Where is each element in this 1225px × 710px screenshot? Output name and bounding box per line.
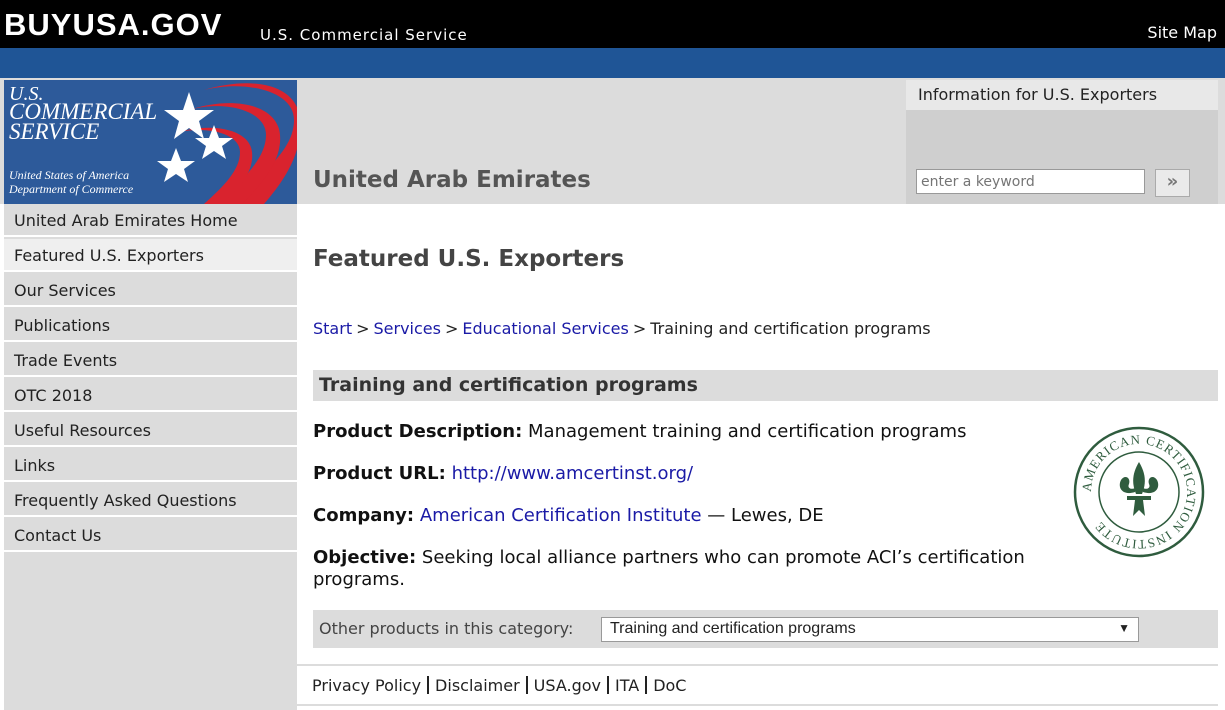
site-map-link[interactable]: Site Map [1147, 23, 1217, 42]
other-products-selected: Training and certification programs [610, 620, 856, 637]
footer-doc[interactable]: DoC [653, 676, 686, 695]
product-description-label: Product Description: [313, 421, 523, 442]
sidebar-item-faq[interactable]: Frequently Asked Questions [4, 484, 297, 517]
footer-usa-gov[interactable]: USA.gov [534, 676, 601, 695]
commercial-service-logo[interactable]: U.S. COMMERCIAL SERVICE United States of… [4, 80, 297, 204]
breadcrumb-separator: > [632, 319, 647, 338]
breadcrumb-separator: > [444, 319, 459, 338]
footer-separator [427, 676, 430, 694]
sidebar-item-publications[interactable]: Publications [4, 309, 297, 342]
header-band: U.S. COMMERCIAL SERVICE United States of… [0, 78, 1225, 204]
search-submit-button[interactable]: » [1155, 169, 1190, 197]
breadcrumb-current: Training and certification programs [650, 319, 931, 338]
product-description-value: Management training and certification pr… [528, 421, 967, 442]
sidebar-item-links[interactable]: Links [4, 449, 297, 482]
objective-label: Objective: [313, 547, 417, 568]
company-label: Company: [313, 505, 415, 526]
objective-value: Seeking local alliance partners who can … [313, 547, 1025, 590]
sidebar-item-trade-events[interactable]: Trade Events [4, 344, 297, 377]
footer-ita[interactable]: ITA [615, 676, 639, 695]
other-products-select[interactable]: Training and certification programs ▼ [601, 617, 1139, 642]
buyusa-logo[interactable]: BUYUSA.GOV [4, 8, 222, 42]
logo-text-service: SERVICE [9, 119, 100, 144]
info-panel: Information for U.S. Exporters » [906, 80, 1218, 204]
sidebar-item-useful-resources[interactable]: Useful Resources [4, 414, 297, 447]
sidebar-item-contact-us[interactable]: Contact Us [4, 519, 297, 552]
product-description: Product Description: Management training… [313, 421, 966, 443]
other-products-bar: Other products in this category: Trainin… [313, 610, 1218, 648]
company: Company: American Certification Institut… [313, 505, 824, 527]
keyword-search-input[interactable] [916, 169, 1145, 194]
sidebar-item-featured-exporters[interactable]: Featured U.S. Exporters [4, 239, 297, 272]
sidebar-item-uae-home[interactable]: United Arab Emirates Home [4, 204, 297, 237]
sidebar-item-otc-2018[interactable]: OTC 2018 [4, 379, 297, 412]
info-for-exporters-tab[interactable]: Information for U.S. Exporters [906, 80, 1218, 110]
footer-separator [645, 676, 648, 694]
product-url-link[interactable]: http://www.amcertinst.org/ [452, 463, 694, 484]
footer: Privacy Policy Disclaimer USA.gov ITA DoC [297, 664, 1218, 706]
product-url-label: Product URL: [313, 463, 446, 484]
breadcrumb: Start > Services > Educational Services > Trai… [313, 319, 931, 338]
company-location: — Lewes, DE [707, 505, 824, 526]
section-title: Training and certification programs [313, 370, 1218, 401]
footer-separator [606, 676, 609, 694]
product-url: Product URL: http://www.amcertinst.org/ [313, 463, 693, 485]
other-products-label: Other products in this category: [319, 619, 574, 638]
breadcrumb-start[interactable]: Start [313, 319, 352, 338]
footer-separator [525, 676, 528, 694]
country-title: United Arab Emirates [313, 167, 591, 193]
sidebar-item-our-services[interactable]: Our Services [4, 274, 297, 307]
footer-privacy-policy[interactable]: Privacy Policy [312, 676, 421, 695]
sidebar-nav: United Arab Emirates Home Featured U.S. … [4, 204, 297, 710]
aci-seal-logo: AMERICAN CERTIFICATION INSTITUTE [1073, 426, 1205, 558]
logo-text-usa: United States of America [9, 168, 130, 182]
logo-text-doc: Department of Commerce [9, 182, 134, 196]
blue-divider-bar [0, 48, 1225, 78]
breadcrumb-separator: > [356, 319, 370, 338]
company-link[interactable]: American Certification Institute [420, 505, 702, 526]
objective: Objective: Seeking local alliance partne… [313, 547, 1068, 591]
dropdown-arrow-icon: ▼ [1118, 621, 1130, 635]
page-title: Featured U.S. Exporters [313, 246, 625, 272]
breadcrumb-educational-services[interactable]: Educational Services [462, 319, 628, 338]
site-tagline: U.S. Commercial Service [260, 26, 468, 44]
breadcrumb-services[interactable]: Services [374, 319, 441, 338]
footer-disclaimer[interactable]: Disclaimer [435, 676, 520, 695]
top-bar: BUYUSA.GOV U.S. Commercial Service Site … [0, 0, 1225, 48]
